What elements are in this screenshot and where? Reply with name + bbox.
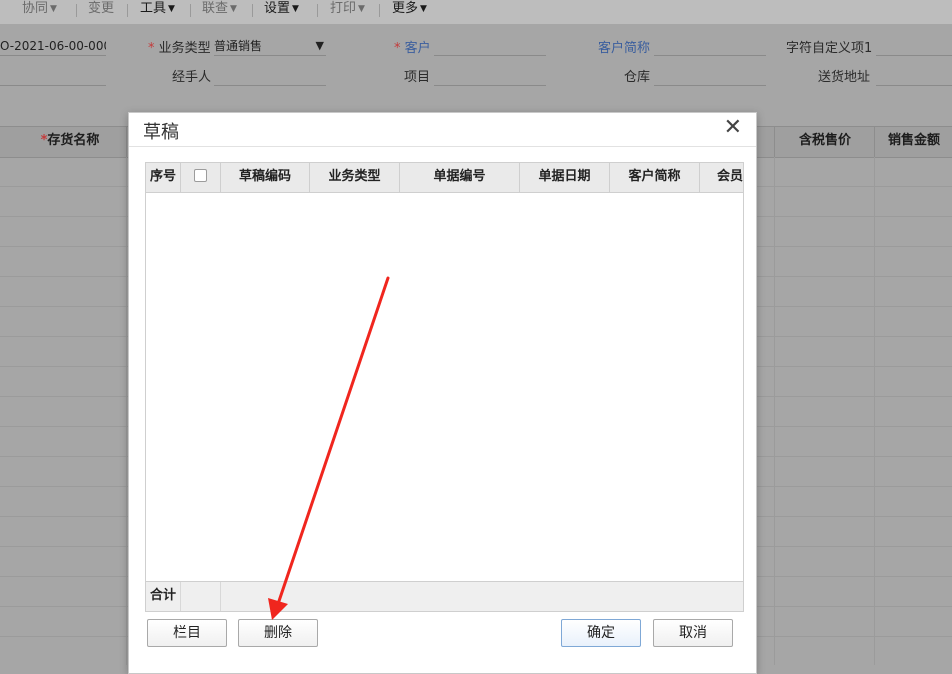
column-item-name-label: 存货名称 <box>47 133 100 148</box>
chevron-down-icon: ▼ <box>315 39 324 52</box>
warehouse-label: 仓库 <box>624 70 651 85</box>
project-label: 项目 <box>404 70 431 85</box>
toolbar-separator <box>252 4 253 17</box>
customer-short-label: 客户简称 <box>598 41 651 56</box>
delete-button[interactable]: 删除 <box>238 619 318 647</box>
toolbar-change-label: 变更 <box>88 1 115 16</box>
toolbar-separator <box>127 4 128 17</box>
toolbar: 协同 ▼ 变更 工具 ▼ 联查 ▼ 设置 ▼ 打印 ▼ 更多 ▼ <box>0 0 952 24</box>
toolbar-more[interactable]: 更多 ▼ <box>392 0 427 20</box>
close-icon[interactable]: ✕ <box>724 116 742 140</box>
chevron-down-icon: ▼ <box>420 4 427 14</box>
toolbar-change[interactable]: 变更 <box>88 0 114 20</box>
custom-field-input[interactable] <box>876 37 952 56</box>
column-biz-type[interactable]: 业务类型 <box>310 163 399 192</box>
toolbar-lookup-label: 联查 <box>202 1 229 16</box>
handler-label: 经手人 <box>172 70 212 85</box>
toolbar-tools-label: 工具 <box>140 1 167 16</box>
column-customer-short[interactable]: 客户简称 <box>610 163 699 192</box>
column-doc-date[interactable]: 单据日期 <box>520 163 609 192</box>
toolbar-settings[interactable]: 设置 ▼ <box>264 0 299 20</box>
column-member[interactable]: 会员 <box>700 163 743 192</box>
chevron-down-icon: ▼ <box>230 4 237 14</box>
draft-dialog: 草稿 ✕ 序号 草稿编码 业务类型 单据编号 单据日期 客户简称 会员 合计 栏… <box>128 112 757 674</box>
customer-short-field[interactable] <box>654 37 766 56</box>
column-tax-price[interactable]: 含税售价 <box>776 127 874 157</box>
column-sales-amount[interactable]: 销售金额 <box>876 127 952 157</box>
column-seq[interactable]: 序号 <box>146 163 180 192</box>
handler-field[interactable] <box>214 67 326 86</box>
custom-field-label: 字符自定义项1 <box>786 41 873 56</box>
grid-divider <box>126 157 127 665</box>
draft-table: 序号 草稿编码 业务类型 单据编号 单据日期 客户简称 会员 合计 <box>145 162 744 612</box>
biz-type-select[interactable]: 普通销售 ▼ <box>214 37 326 56</box>
column-divider <box>774 127 775 157</box>
column-divider <box>180 582 181 611</box>
draft-table-header: 序号 草稿编码 业务类型 单据编号 单据日期 客户简称 会员 <box>146 163 743 193</box>
grid-divider <box>874 157 875 665</box>
select-all-checkbox[interactable] <box>194 169 207 182</box>
dialog-divider <box>129 146 756 147</box>
order-header-form: O-2021-06-00-0006 业务类型 普通销售 ▼ 客户 客户简称 字符… <box>0 24 952 124</box>
address-field[interactable] <box>876 67 952 86</box>
toolbar-settings-label: 设置 <box>264 1 291 16</box>
toolbar-print-label: 打印 <box>330 1 357 16</box>
column-doc-number[interactable]: 单据编号 <box>400 163 519 192</box>
chevron-down-icon: ▼ <box>292 4 299 14</box>
total-label: 合计 <box>150 588 177 603</box>
toolbar-collaborate-label: 协同 <box>22 1 49 16</box>
address-label: 送货地址 <box>818 70 871 85</box>
customer-field[interactable] <box>434 37 546 56</box>
toolbar-tools[interactable]: 工具 ▼ <box>140 0 175 20</box>
dialog-title: 草稿 <box>143 122 179 143</box>
grid-divider <box>774 157 775 665</box>
biz-type-value: 普通销售 <box>214 39 263 53</box>
chevron-down-icon: ▼ <box>168 4 175 14</box>
toolbar-collaborate[interactable]: 协同 ▼ <box>22 0 57 20</box>
column-item-name[interactable]: *存货名称 <box>30 127 110 157</box>
column-select-all[interactable] <box>181 163 220 192</box>
warehouse-field[interactable] <box>654 67 766 86</box>
toolbar-more-label: 更多 <box>392 1 419 16</box>
doc-extra-field[interactable] <box>0 67 106 86</box>
draft-table-footer: 合计 <box>146 581 743 611</box>
toolbar-separator <box>76 4 77 17</box>
column-draft-code[interactable]: 草稿编码 <box>221 163 309 192</box>
column-divider <box>220 582 221 611</box>
toolbar-lookup[interactable]: 联查 ▼ <box>202 0 237 20</box>
chevron-down-icon: ▼ <box>50 4 57 14</box>
toolbar-separator <box>190 4 191 17</box>
column-divider <box>874 127 875 157</box>
toolbar-separator <box>379 4 380 17</box>
column-divider <box>126 127 127 157</box>
cancel-button[interactable]: 取消 <box>653 619 733 647</box>
ok-button[interactable]: 确定 <box>561 619 641 647</box>
customer-label: 客户 <box>394 37 431 56</box>
columns-button[interactable]: 栏目 <box>147 619 227 647</box>
doc-number-field[interactable]: O-2021-06-00-0006 <box>0 37 106 56</box>
toolbar-separator <box>317 4 318 17</box>
project-field[interactable] <box>434 67 546 86</box>
chevron-down-icon: ▼ <box>358 4 365 14</box>
biz-type-label: 业务类型 <box>148 37 211 56</box>
toolbar-print[interactable]: 打印 ▼ <box>330 0 365 20</box>
